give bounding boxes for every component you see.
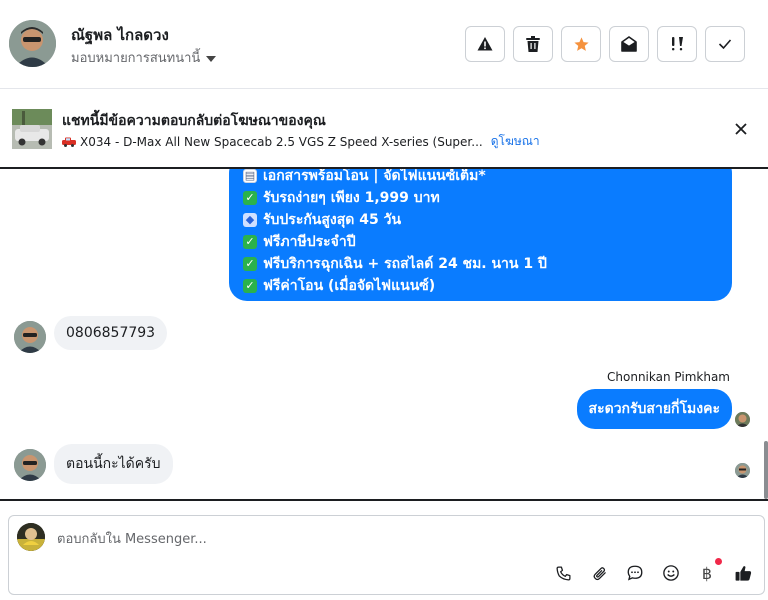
view-ad-link[interactable]: ดูโฆษณา	[491, 132, 540, 151]
follow-up-button[interactable]	[657, 26, 697, 62]
trash-icon	[526, 36, 540, 52]
close-banner-button[interactable]	[730, 118, 752, 140]
payment-button[interactable]: ฿	[696, 558, 722, 584]
emoji-button[interactable]	[660, 562, 682, 584]
star-icon	[573, 36, 589, 51]
message-line: ✓ ฟรีค่าโอน (เมื่อจัดไฟแนนซ์)	[243, 275, 718, 297]
close-icon	[735, 123, 747, 135]
thread-scrollbar[interactable]	[764, 441, 768, 499]
check-mark-icon: ✓	[243, 279, 257, 293]
agent-message: สะดวกรับสายกี่โมงคะ	[576, 389, 732, 429]
saved-replies-button[interactable]	[624, 562, 646, 584]
check-mark-icon: ✓	[243, 191, 257, 205]
like-button[interactable]	[732, 562, 754, 584]
phone-icon	[555, 565, 571, 581]
contact-name: ณัฐพล ไกลดวง	[71, 26, 169, 44]
ad-reply-banner: แชทนี้มีข้อความตอบกลับต่อโฆษณาของคุณ X03…	[0, 89, 768, 169]
message-composer: ฿	[8, 515, 765, 595]
report-button[interactable]	[465, 26, 505, 62]
ad-banner-title: แชทนี้มีข้อความตอบกลับต่อโฆษณาของคุณ	[62, 113, 326, 129]
check-icon	[718, 39, 732, 50]
agent-name: Chonnikan Pimkham	[607, 370, 730, 384]
seen-avatar	[735, 463, 750, 478]
message-line: ✓ รับรถง่ายๆ เพียง 1,999 บาท	[243, 187, 718, 209]
assign-label: มอบหมายการสนทนานี้	[71, 51, 201, 66]
message-line: ◆ รับประกันสูงสุด 45 วัน	[243, 209, 718, 231]
notification-dot	[715, 558, 722, 565]
contact-avatar[interactable]	[9, 20, 56, 67]
page-avatar	[17, 523, 45, 551]
customer-message: 0806857793	[54, 316, 168, 350]
car-icon	[62, 137, 76, 147]
shield-icon: ◆	[243, 213, 257, 227]
agent-avatar	[735, 412, 750, 427]
composer-toolbar: ฿	[552, 558, 754, 584]
customer-message: ตอนนี้กะได้ครับ	[54, 444, 173, 484]
open-envelope-icon	[621, 36, 637, 52]
done-button[interactable]	[705, 26, 745, 62]
customer-avatar[interactable]	[14, 449, 46, 481]
exclamation-icon	[672, 37, 683, 51]
mark-unread-button[interactable]	[609, 26, 649, 62]
message-thread[interactable]: ▤ เอกสารพร้อมโอน | จัดไฟแนนซ์เต็ม* ✓ รับ…	[0, 169, 768, 501]
reply-input[interactable]	[57, 528, 707, 550]
header-actions	[465, 26, 745, 62]
caret-down-icon	[206, 55, 217, 62]
ad-thumbnail[interactable]	[12, 109, 52, 149]
customer-avatar[interactable]	[14, 321, 46, 353]
star-button[interactable]	[561, 26, 601, 62]
call-button[interactable]	[552, 562, 574, 584]
chat-bubble-icon	[627, 565, 643, 581]
paperclip-icon	[593, 566, 606, 580]
ad-reply-message: ▤ เอกสารพร้อมโอน | จัดไฟแนนซ์เต็ม* ✓ รับ…	[229, 169, 732, 301]
message-line: ✓ ฟรีบริการฉุกเฉิน + รถสไลด์ 24 ชม. นาน …	[243, 253, 718, 275]
document-icon: ▤	[243, 169, 257, 183]
warning-icon	[477, 37, 493, 51]
check-mark-icon: ✓	[243, 257, 257, 271]
delete-button[interactable]	[513, 26, 553, 62]
smiley-icon	[663, 565, 679, 581]
baht-icon: ฿	[701, 563, 713, 583]
check-mark-icon: ✓	[243, 235, 257, 249]
ad-product-name: X034 - D-Max All New Spacecab 2.5 VGS Z …	[80, 134, 483, 149]
assign-conversation-dropdown[interactable]: มอบหมายการสนทนานี้	[71, 47, 217, 68]
thumbs-up-icon	[735, 565, 751, 581]
ad-banner-subtitle: X034 - D-Max All New Spacecab 2.5 VGS Z …	[62, 132, 540, 151]
message-line: ✓ ฟรีภาษีประจำปี	[243, 231, 718, 253]
attach-button[interactable]	[588, 562, 610, 584]
conversation-header: ณัฐพล ไกลดวง มอบหมายการสนทนานี้	[0, 0, 768, 89]
message-line: ▤ เอกสารพร้อมโอน | จัดไฟแนนซ์เต็ม*	[243, 169, 486, 184]
